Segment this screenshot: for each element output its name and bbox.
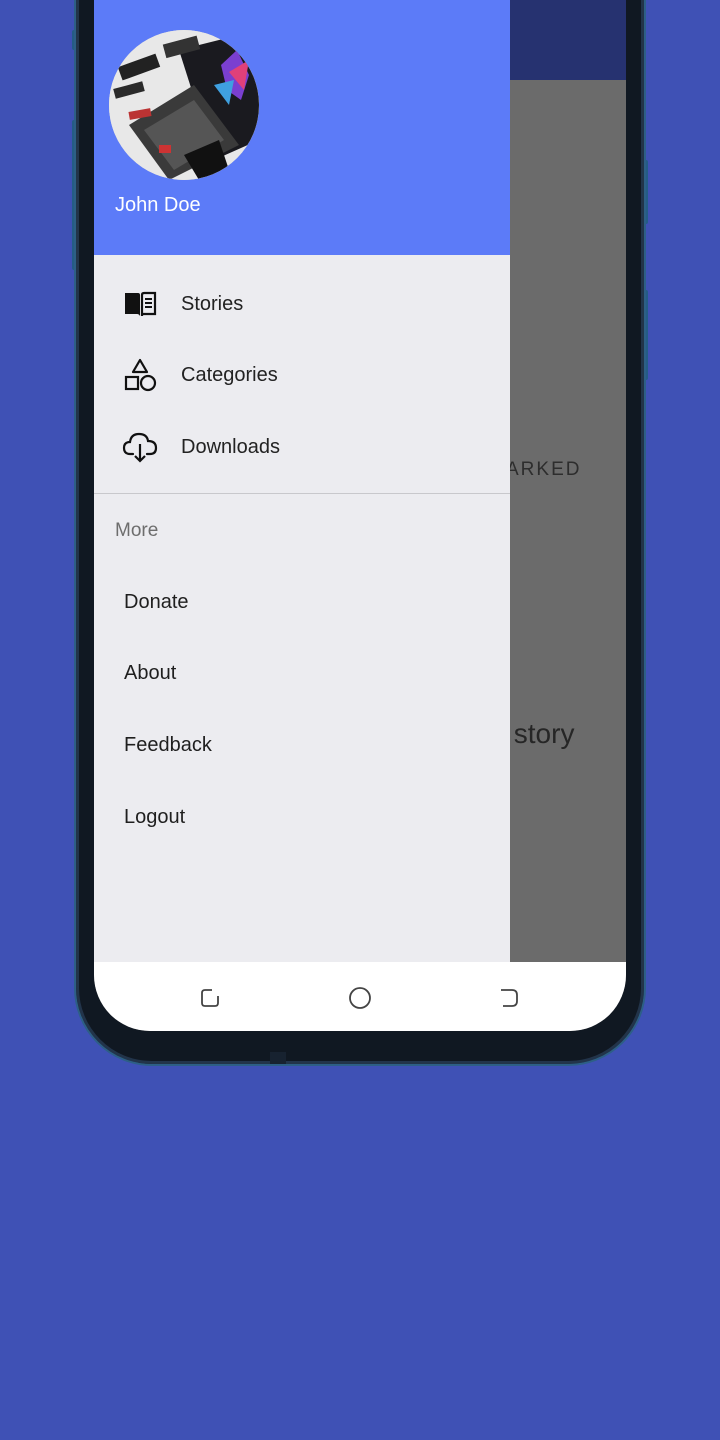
- empty-state-label: ARKED: [506, 459, 582, 480]
- drawer-item-feedback[interactable]: Feedback: [124, 734, 212, 757]
- home-icon[interactable]: [348, 986, 372, 1010]
- shapes-icon: [122, 357, 158, 393]
- drawer-item-donate[interactable]: Donate: [124, 591, 189, 614]
- drawer-header: John Doe: [94, 0, 510, 255]
- section-title-more: More: [115, 520, 159, 541]
- system-nav-bar: [94, 962, 626, 1031]
- drawer-item-label: Categories: [181, 363, 278, 386]
- navigation-drawer: John Doe Stories Categories Downloads Mo…: [94, 0, 510, 962]
- back-icon[interactable]: [497, 986, 521, 1010]
- drawer-item-categories[interactable]: Categories: [94, 345, 510, 405]
- drawer-item-label: Downloads: [181, 435, 280, 458]
- phone-screen: ARKED y story: [94, 0, 626, 1031]
- book-icon: [122, 286, 158, 322]
- drawer-item-logout[interactable]: Logout: [124, 806, 185, 829]
- phone-port: [270, 1052, 286, 1064]
- cloud-download-icon: [122, 429, 158, 465]
- avatar[interactable]: [109, 30, 259, 180]
- recent-apps-icon[interactable]: [198, 986, 222, 1010]
- drawer-divider: [94, 493, 510, 494]
- user-name: John Doe: [115, 194, 201, 216]
- drawer-item-downloads[interactable]: Downloads: [94, 417, 510, 477]
- drawer-item-stories[interactable]: Stories: [94, 274, 510, 334]
- avatar-photo-icon: [109, 30, 259, 180]
- drawer-item-about[interactable]: About: [124, 662, 176, 685]
- empty-state-story: story: [513, 718, 575, 749]
- drawer-item-label: Stories: [181, 292, 244, 315]
